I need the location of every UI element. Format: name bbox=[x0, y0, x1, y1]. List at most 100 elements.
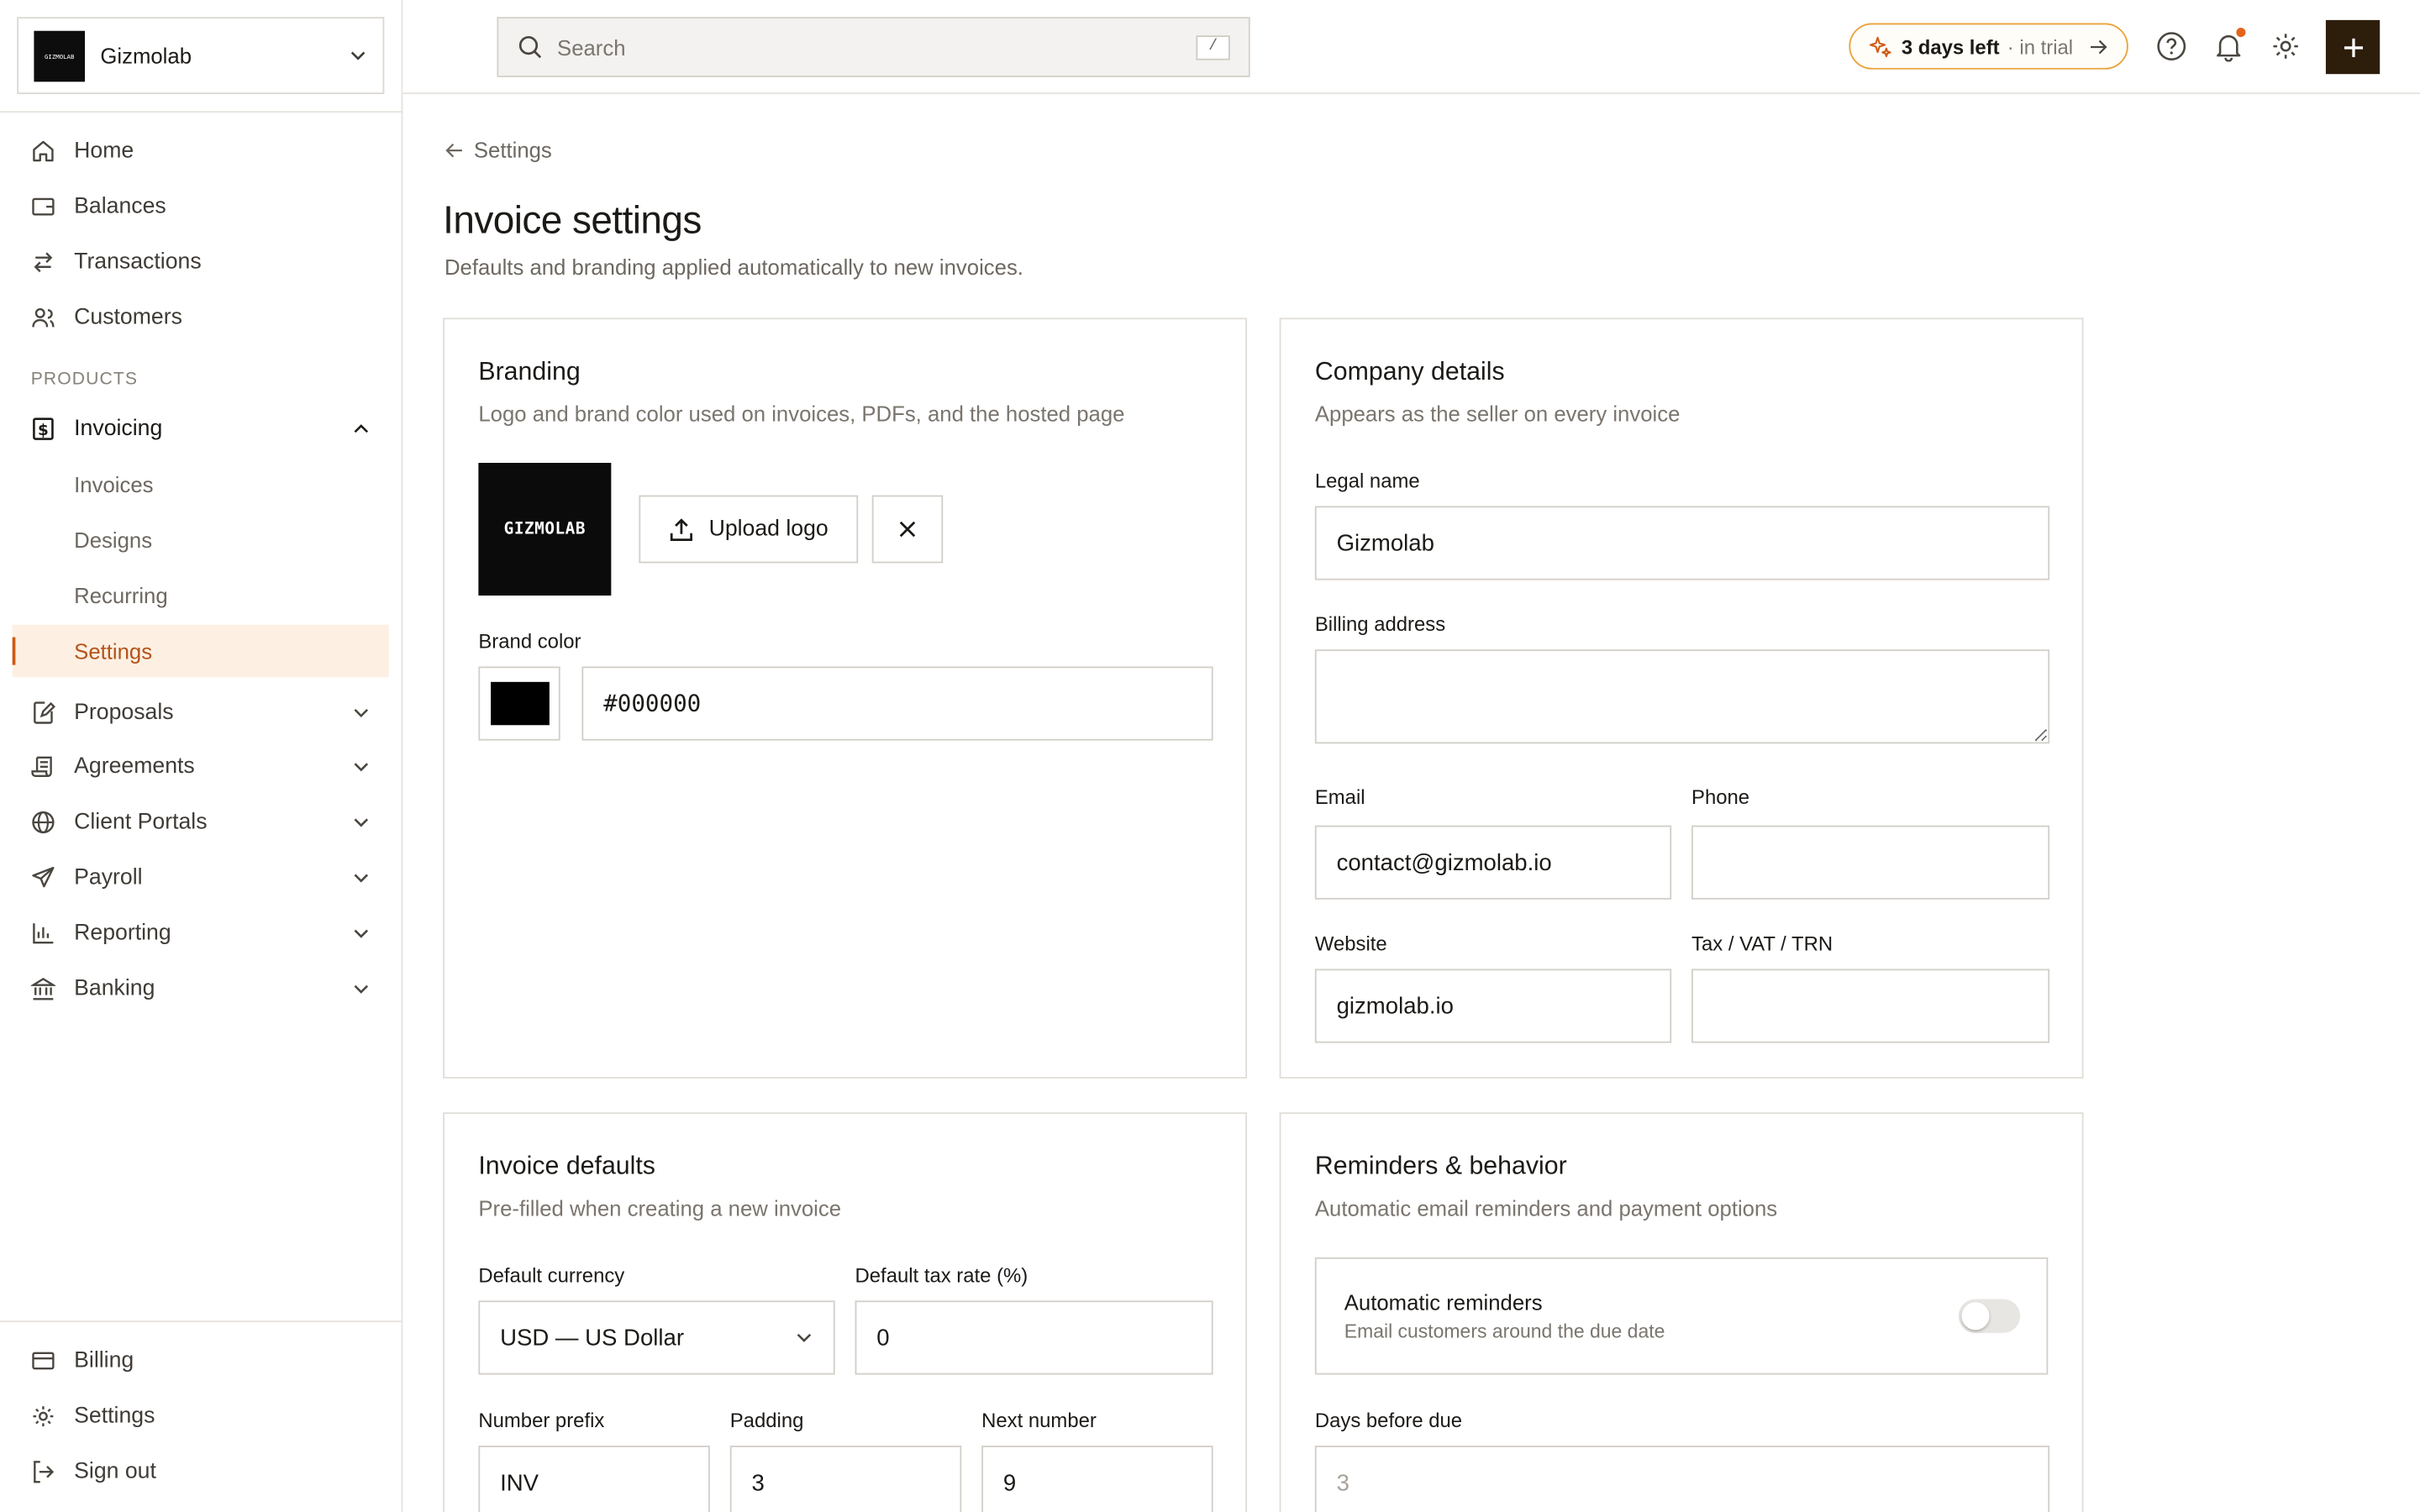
sidebar-item-designs[interactable]: Designs bbox=[13, 514, 389, 566]
sidebar-item-label: Reporting bbox=[74, 921, 171, 946]
chevron-down-icon bbox=[350, 51, 366, 60]
topbar: / 3 days left · in trial bbox=[402, 0, 2420, 95]
number-prefix-input[interactable] bbox=[478, 1445, 710, 1512]
remove-logo-button[interactable] bbox=[871, 495, 944, 564]
arrows-swap-icon bbox=[31, 250, 55, 275]
search-bar[interactable]: / bbox=[497, 17, 1250, 77]
default-currency-value: USD — US Dollar bbox=[500, 1324, 685, 1352]
tax-id-input[interactable] bbox=[1691, 969, 2050, 1043]
chevron-down-icon[interactable] bbox=[352, 924, 371, 942]
sidebar-item-customers[interactable]: Customers bbox=[13, 291, 389, 344]
main-content: Settings Invoice settings Defaults and b… bbox=[402, 94, 2420, 1512]
card-subtitle: Logo and brand color used on invoices, P… bbox=[478, 401, 1125, 426]
legal-name-input[interactable] bbox=[1314, 506, 2050, 580]
sidebar-item-label: Customers bbox=[74, 305, 182, 331]
sidebar-item-label: Payroll bbox=[74, 865, 143, 890]
automatic-reminders-toggle[interactable] bbox=[1958, 1299, 2021, 1333]
tax-id-label: Tax / VAT / TRN bbox=[1691, 932, 1833, 955]
invoice-dollar-icon: $ bbox=[31, 417, 55, 441]
default-currency-select[interactable]: USD — US Dollar bbox=[478, 1300, 835, 1375]
chevron-down-icon bbox=[797, 1333, 812, 1342]
search-icon bbox=[518, 35, 542, 59]
padding-label: Padding bbox=[729, 1408, 804, 1432]
send-icon bbox=[31, 865, 55, 890]
trial-badge[interactable]: 3 days left · in trial bbox=[1849, 23, 2128, 70]
email-input[interactable] bbox=[1314, 825, 1672, 900]
card-title: Invoice defaults bbox=[478, 1152, 655, 1181]
sidebar-item-banking[interactable]: Banking bbox=[13, 963, 389, 1015]
chevron-down-icon[interactable] bbox=[352, 979, 371, 998]
sidebar-item-billing[interactable]: Billing bbox=[13, 1335, 389, 1387]
workspace-logo: GIZMOLAB bbox=[34, 29, 86, 81]
sidebar-item-payroll[interactable]: Payroll bbox=[13, 852, 389, 904]
sidebar-item-agreements[interactable]: Agreements bbox=[13, 741, 389, 793]
sidebar-item-label: Invoicing bbox=[74, 416, 163, 442]
sidebar-item-invoice-settings[interactable]: Settings bbox=[12, 624, 389, 678]
sidebar-item-balances[interactable]: Balances bbox=[13, 181, 389, 233]
company-details-card: Company details Appears as the seller on… bbox=[1279, 318, 2084, 1079]
sidebar-item-client-portals[interactable]: Client Portals bbox=[13, 796, 389, 848]
gear-icon bbox=[2273, 34, 2298, 59]
chevron-down-icon[interactable] bbox=[352, 869, 371, 887]
billing-address-input[interactable] bbox=[1314, 649, 2050, 744]
sidebar-item-label: Banking bbox=[74, 976, 155, 1002]
days-before-due-label: Days before due bbox=[1314, 1408, 1463, 1432]
bank-icon bbox=[30, 977, 56, 1001]
default-tax-rate-input[interactable] bbox=[855, 1300, 1213, 1375]
breadcrumb[interactable]: Settings bbox=[445, 137, 552, 162]
chevron-up-icon[interactable] bbox=[352, 420, 371, 438]
sidebar-item-label: Invoices bbox=[74, 472, 154, 497]
sidebar-item-proposals[interactable]: Proposals bbox=[13, 686, 389, 738]
sidebar: GIZMOLAB Gizmolab Home Balances Transact… bbox=[0, 0, 403, 1512]
brand-color-input[interactable] bbox=[581, 666, 1213, 741]
brand-color-picker[interactable] bbox=[478, 666, 560, 741]
next-number-label: Next number bbox=[981, 1408, 1097, 1432]
card-title: Reminders & behavior bbox=[1314, 1152, 1567, 1181]
users-icon bbox=[31, 306, 55, 330]
sidebar-item-home[interactable]: Home bbox=[13, 125, 389, 177]
help-button[interactable] bbox=[2153, 28, 2190, 65]
phone-input[interactable] bbox=[1691, 825, 2050, 900]
arrow-right-icon bbox=[2091, 39, 2107, 54]
globe-icon bbox=[31, 810, 55, 834]
credit-card-icon bbox=[31, 1348, 55, 1373]
billing-address-label: Billing address bbox=[1314, 612, 1446, 636]
notifications-button[interactable] bbox=[2210, 28, 2247, 65]
card-subtitle: Pre-filled when creating a new invoice bbox=[478, 1195, 842, 1221]
gear-icon bbox=[31, 1404, 55, 1428]
sidebar-item-label: Balances bbox=[74, 194, 166, 219]
next-number-input[interactable] bbox=[981, 1445, 1213, 1512]
days-before-due-input[interactable] bbox=[1314, 1445, 2050, 1512]
upload-logo-button[interactable]: Upload logo bbox=[639, 495, 859, 564]
sidebar-item-settings[interactable]: Settings bbox=[13, 1390, 389, 1442]
sign-out-icon bbox=[31, 1460, 55, 1484]
create-new-button[interactable] bbox=[2325, 19, 2381, 75]
toggle-knob bbox=[1961, 1302, 1990, 1331]
search-shortcut-hint: / bbox=[1196, 34, 1230, 60]
sidebar-item-reporting[interactable]: Reporting bbox=[13, 907, 389, 959]
sidebar-item-sign-out[interactable]: Sign out bbox=[13, 1446, 389, 1498]
card-subtitle: Automatic email reminders and payment op… bbox=[1314, 1195, 1778, 1221]
upload-icon bbox=[671, 517, 693, 541]
scroll-icon bbox=[31, 754, 55, 779]
close-icon bbox=[899, 521, 916, 538]
email-label: Email bbox=[1314, 785, 1365, 809]
search-input[interactable] bbox=[557, 34, 1197, 60]
sidebar-item-recurring[interactable]: Recurring bbox=[13, 570, 389, 622]
page-subtitle: Defaults and branding applied automatica… bbox=[444, 255, 1023, 280]
divider bbox=[0, 111, 403, 113]
sidebar-item-invoicing[interactable]: $ Invoicing bbox=[13, 402, 389, 454]
padding-input[interactable] bbox=[729, 1445, 962, 1512]
default-currency-label: Default currency bbox=[478, 1263, 625, 1287]
chevron-down-icon[interactable] bbox=[352, 758, 371, 776]
website-input[interactable] bbox=[1314, 969, 1672, 1043]
chevron-down-icon[interactable] bbox=[352, 813, 371, 832]
sidebar-item-label: Settings bbox=[74, 638, 153, 664]
sidebar-item-invoices[interactable]: Invoices bbox=[13, 458, 389, 510]
sidebar-item-transactions[interactable]: Transactions bbox=[13, 236, 389, 288]
legal-name-label: Legal name bbox=[1314, 469, 1420, 492]
settings-button[interactable] bbox=[2267, 28, 2304, 65]
logo-preview: GIZMOLAB bbox=[478, 463, 612, 596]
workspace-switcher[interactable]: GIZMOLAB Gizmolab bbox=[17, 17, 385, 95]
chevron-down-icon[interactable] bbox=[352, 704, 371, 722]
